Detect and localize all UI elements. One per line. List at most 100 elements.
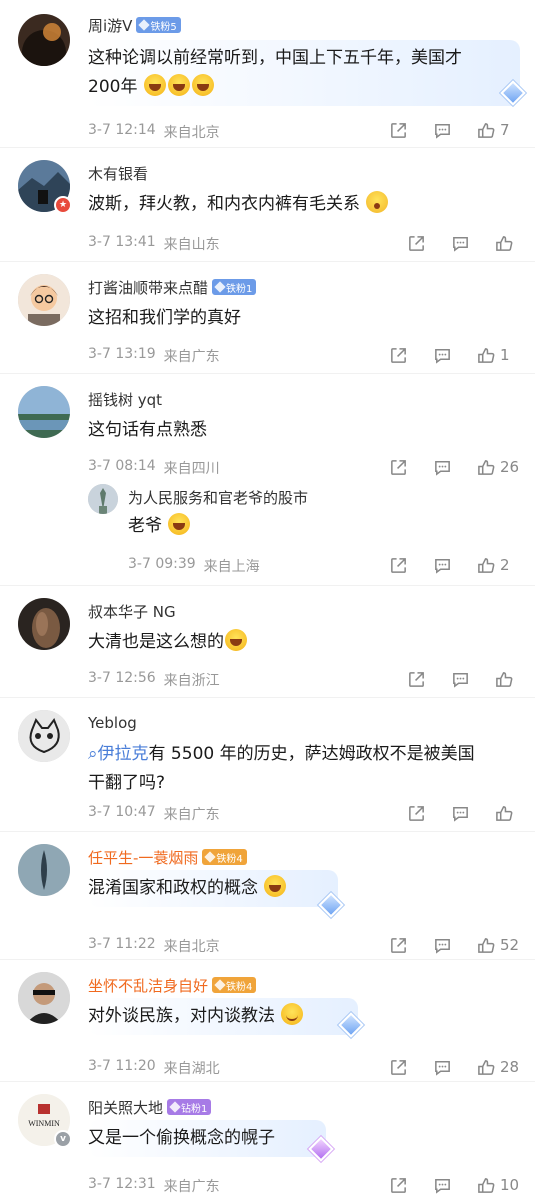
avatar[interactable] [88,484,118,514]
share-icon [391,1059,406,1075]
comment-text: 这招和我们学的真好 [88,308,241,328]
like-button[interactable]: 2 [477,554,521,576]
laugh-emoji [191,74,214,96]
reply-button[interactable] [433,1174,471,1196]
reply-button[interactable] [433,1056,471,1078]
question-emoji [366,191,389,213]
comment-meta: 3-7 12:31 来自广东 [88,1176,220,1195]
username[interactable]: 任平生-一蓑烟雨 [88,847,198,868]
like-button[interactable]: 1 [477,344,521,366]
comment-meta: 3-7 10:47 来自广东 [88,804,220,823]
topic-link[interactable]: ⌕伊拉克 [88,744,149,764]
share-button[interactable] [407,802,445,824]
laugh-emoji [264,875,287,897]
fan-badge: 铁粉4 [202,849,247,865]
reply-button[interactable] [451,802,489,824]
username[interactable]: 木有银看 [88,163,148,184]
share-button[interactable] [407,668,445,690]
reply-button[interactable] [451,232,489,254]
comment-actions [401,668,521,690]
name-row: 阳关照大地 钻粉1 [88,1096,212,1118]
verified-badge-icon: v [54,1130,72,1148]
name-row: 周i游V 铁粉5 [88,14,181,36]
comment-item: 打酱油顺带来点醋 铁粉1 这招和我们学的真好 3-7 13:19 来自广东 1 [0,262,535,374]
share-icon [409,235,424,251]
share-button[interactable] [389,554,427,576]
like-button[interactable]: 10 [477,1174,521,1196]
comment-icon [453,806,468,822]
reply-button[interactable] [451,668,489,690]
like-button[interactable] [495,668,521,690]
verified-badge-icon: ★ [54,196,72,214]
share-button[interactable] [389,934,427,956]
like-button[interactable]: 28 [477,1056,521,1078]
name-row: 为人民服务和官老爷的股市 [128,486,308,508]
reply-button[interactable] [433,934,471,956]
share-button[interactable] [389,1056,427,1078]
name-row: 任平生-一蓑烟雨 铁粉4 [88,846,247,868]
like-icon [496,671,513,687]
comment-actions: 1 [383,344,521,366]
share-icon [391,347,406,363]
username[interactable]: 阳关照大地 [88,1097,163,1118]
comment-icon [435,558,450,574]
name-row: 坐怀不乱洁身自好 铁粉4 [88,974,257,996]
reply-button[interactable] [433,554,471,576]
reply-button[interactable] [433,119,471,141]
username[interactable]: 打酱油顺带来点醋 [88,277,208,298]
reply-button[interactable] [433,344,471,366]
username[interactable]: 摇钱树 yqt [88,389,162,410]
comment-icon [453,236,468,252]
comment-text: 混淆国家和政权的概念 [88,870,338,907]
username[interactable]: 为人民服务和官老爷的股市 [128,487,308,508]
comment-item: WINMIN v 阳关照大地 钻粉1 又是一个偷换概念的幌子 3-7 12:31… [0,1082,535,1200]
name-row: 木有银看 [88,162,148,184]
avatar[interactable] [18,274,70,326]
fan-badge: 钻粉1 [167,1099,212,1115]
comment-actions: 10 [383,1174,521,1196]
laugh-emoji [225,629,247,651]
avatar[interactable] [18,598,70,650]
like-button[interactable] [495,802,521,824]
share-button[interactable] [389,119,427,141]
comment-item: 周i游V 铁粉5 这种论调以前经常听到，中国上下五千年，美国才 200年 3-7… [0,0,535,148]
username[interactable]: 叔本华子 NG [88,601,176,622]
avatar[interactable] [18,386,70,438]
comment-actions: 7 [383,119,521,141]
avatar[interactable] [18,972,70,1024]
comment-actions: 52 [383,934,521,956]
comment-text: ⌕伊拉克有 5500 年的历史，萨达姆政权不是被美国 干翻了吗? [88,744,475,793]
username[interactable]: 坐怀不乱洁身自好 [88,975,208,996]
svg-text:WINMIN: WINMIN [28,1119,60,1128]
username[interactable]: Yeblog [88,714,137,732]
comment-meta: 3-7 12:14 来自北京 [88,122,220,141]
comment-icon [453,672,468,688]
avatar[interactable] [18,710,70,762]
comment-actions [401,232,521,254]
like-button[interactable]: 52 [477,934,521,956]
comment-item: 任平生-一蓑烟雨 铁粉4 混淆国家和政权的概念 3-7 11:22 来自北京 52 [0,832,535,960]
like-icon [478,347,495,363]
comment-item: Yeblog ⌕伊拉克有 5500 年的历史，萨达姆政权不是被美国 干翻了吗? … [0,698,535,832]
comment-icon [435,938,450,954]
comment-list: 周i游V 铁粉5 这种论调以前经常听到，中国上下五千年，美国才 200年 3-7… [0,0,535,1200]
fan-badge-icon [138,19,151,31]
comment-text: 这种论调以前经常听到，中国上下五千年，美国才 200年 [88,40,520,106]
share-button[interactable] [389,344,427,366]
like-button[interactable]: 7 [477,119,521,141]
avatar[interactable] [18,844,70,896]
comment-text: 老爷 [128,508,201,545]
comment-actions: 28 [383,1056,521,1078]
like-button[interactable] [495,232,521,254]
share-button[interactable] [389,1174,427,1196]
fan-badge: 铁粉4 [212,977,257,993]
comment-actions [401,802,521,824]
reply-item: 为人民服务和官老爷的股市 老爷 3-7 09:39 来自上海 2 [0,474,535,584]
comment-icon [435,1060,450,1076]
like-icon [478,1177,495,1193]
avatar[interactable] [18,14,70,66]
comment-meta: 3-7 09:39 来自上海 [128,556,260,575]
username[interactable]: 周i游V [88,15,132,36]
share-button[interactable] [407,232,445,254]
like-icon [478,122,495,138]
